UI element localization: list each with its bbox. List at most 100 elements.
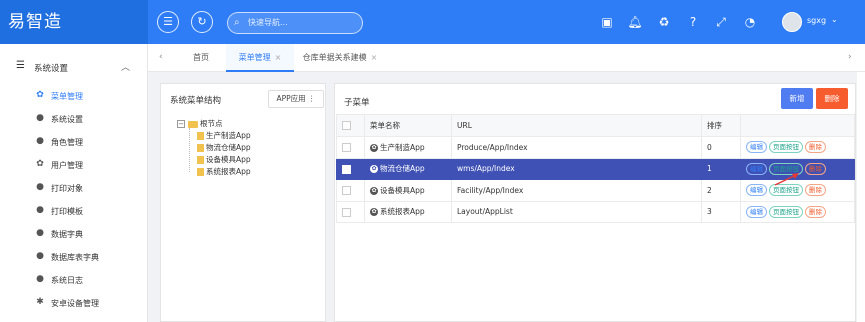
table-row[interactable]: ✿ 设备模具App Facility/App/Index 2 编辑 页面按钮 删除 xyxy=(336,179,855,202)
menu-name-cell: ✿ 生产制造App xyxy=(364,136,452,159)
sidebar-item-label: 角色管理 xyxy=(51,138,83,147)
row-checkbox-cell[interactable] xyxy=(336,200,365,223)
sidebar-group-system-settings[interactable]: ☰ 系统设置 ︿ xyxy=(0,56,148,78)
search-placeholder: 快速导航... xyxy=(248,18,288,27)
tab-label: 首页 xyxy=(193,53,209,62)
help-icon[interactable]: ? xyxy=(685,14,701,30)
tree-node-label: 生产制造App xyxy=(206,131,251,140)
edit-button[interactable]: 编辑 xyxy=(746,205,767,218)
tree-node[interactable]: 系统报表App xyxy=(197,166,251,177)
tree-node-label: 系统报表App xyxy=(206,167,251,176)
sidebar-item-android-devices[interactable]: ✱ 安卓设备管理 xyxy=(0,292,148,314)
edit-button[interactable]: 编辑 xyxy=(746,184,767,197)
sidebar-item-data-dictionary[interactable]: ● 数据字典 xyxy=(0,223,148,245)
tree-node[interactable]: 物流仓储App xyxy=(197,142,251,153)
row-checkbox-cell[interactable] xyxy=(336,179,365,202)
collapse-icon[interactable]: − xyxy=(177,120,185,128)
sidebar-item-user-management[interactable]: ✿ 用户管理 xyxy=(0,154,148,176)
select-all-checkbox[interactable] xyxy=(342,121,351,131)
tree-node-label: 设备模具App xyxy=(206,155,251,164)
submenu-panel: 子菜单 新增 删除 菜单名称 URL 排序 ✿ 生产制造App Produce/A… xyxy=(334,83,856,322)
order-cell: 0 xyxy=(701,136,741,159)
fullscreen-icon[interactable]: ⤢ xyxy=(713,14,729,30)
delete-button[interactable]: 删除 xyxy=(816,88,848,109)
refresh-icon: ↻ xyxy=(197,15,207,28)
sidebar-item-label: 系统日志 xyxy=(51,276,83,285)
page-buttons-button[interactable]: 页面按钮 xyxy=(769,141,803,154)
sidebar-item-menu-management[interactable]: ✿ 菜单管理 xyxy=(0,85,148,107)
gear-icon: ✿ xyxy=(370,186,378,195)
tree-node[interactable]: 生产制造App xyxy=(197,130,251,141)
caret-down-icon[interactable]: ⌄ xyxy=(831,15,838,24)
menu-name: 物流仓储App xyxy=(380,164,425,174)
tree-root-node[interactable]: − 根节点 xyxy=(177,118,223,129)
sidebar-item-label: 打印对象 xyxy=(51,184,83,193)
tab-scroll-left-icon[interactable]: ‹ xyxy=(159,52,163,62)
row-checkbox-cell[interactable] xyxy=(336,157,365,180)
tree-node-label: 根节点 xyxy=(200,119,223,128)
sidebar-item-db-table-dictionary[interactable]: ● 数据库表字典 xyxy=(0,246,148,268)
edit-button[interactable]: 编辑 xyxy=(746,162,767,175)
table-row-selected[interactable]: ✿ 物流仓储App wms/App/Index 1 编辑 页面按钮 删除 xyxy=(336,157,855,180)
tab-menu-management[interactable]: 菜单管理 × xyxy=(226,44,294,72)
file-icon xyxy=(197,156,204,164)
scrollbar[interactable] xyxy=(857,72,865,322)
row-delete-button[interactable]: 删除 xyxy=(805,141,826,154)
row-checkbox[interactable] xyxy=(342,143,351,152)
row-delete-button[interactable]: 删除 xyxy=(805,205,826,218)
tab-warehouse-modeling[interactable]: 仓库单据关系建模 × xyxy=(294,44,386,72)
table-row[interactable]: ✿ 系统报表App Layout/AppList 3 编辑 页面按钮 删除 xyxy=(336,200,855,223)
row-checkbox[interactable] xyxy=(342,207,351,217)
sidebar-item-label: 打印模板 xyxy=(51,207,83,216)
search-input[interactable]: ⌕ 快速导航... xyxy=(227,12,363,34)
page-buttons-button[interactable]: 页面按钮 xyxy=(769,205,803,218)
layout-icon[interactable]: ▣ xyxy=(599,14,615,30)
sidebar-item-system-log[interactable]: ● 系统日志 xyxy=(0,269,148,291)
select-all-cell[interactable] xyxy=(336,114,365,137)
order-cell: 1 xyxy=(701,157,741,180)
row-checkbox[interactable] xyxy=(342,164,351,174)
recycle-icon[interactable]: ♻ xyxy=(656,14,672,30)
page-buttons-button[interactable]: 页面按钮 xyxy=(769,184,803,197)
close-icon[interactable]: × xyxy=(371,53,378,62)
app-application-button[interactable]: APP应用 ⋮ xyxy=(268,90,324,108)
row-delete-button[interactable]: 删除 xyxy=(805,162,826,175)
close-icon[interactable]: × xyxy=(275,53,282,62)
bell-icon[interactable]: 🔔︎ xyxy=(627,14,643,30)
url-cell: Produce/App/Index xyxy=(451,136,702,159)
tab-home[interactable]: 首页 xyxy=(176,44,226,72)
avatar[interactable] xyxy=(782,12,802,32)
tab-scroll-right-icon[interactable]: › xyxy=(848,52,852,62)
tree-node-label: 物流仓储App xyxy=(206,143,251,152)
table-row[interactable]: ✿ 生产制造App Produce/App/Index 0 编辑 页面按钮 删除 xyxy=(336,136,855,159)
sidebar-item-role-management[interactable]: ● 角色管理 xyxy=(0,131,148,153)
file-icon xyxy=(197,132,204,140)
row-checkbox-cell[interactable] xyxy=(336,136,365,159)
folder-icon xyxy=(188,120,198,128)
column-header-actions xyxy=(740,114,855,137)
page-buttons-button[interactable]: 页面按钮 xyxy=(769,162,803,175)
chevron-up-icon: ︿ xyxy=(121,63,131,73)
column-header: URL xyxy=(451,114,702,137)
sidebar-item-print-template[interactable]: ● 打印模板 xyxy=(0,200,148,222)
sidebar-item-label: 系统设置 xyxy=(51,115,83,124)
row-checkbox[interactable] xyxy=(342,186,351,195)
tab-bar: ‹ 首页 菜单管理 × 仓库单据关系建模 × › xyxy=(148,44,865,72)
table-header-row: 菜单名称 URL 排序 xyxy=(336,114,855,137)
row-delete-button[interactable]: 删除 xyxy=(805,184,826,197)
actions-cell: 编辑 页面按钮 删除 xyxy=(740,136,855,159)
user-name[interactable]: sgxg xyxy=(807,16,826,25)
edit-button[interactable]: 编辑 xyxy=(746,141,767,154)
dot-icon: ● xyxy=(36,274,44,284)
add-button[interactable]: 新增 xyxy=(781,88,813,109)
sidebar-item-print-object[interactable]: ● 打印对象 xyxy=(0,177,148,199)
panel-title: 子菜单 xyxy=(344,98,370,108)
sidebar-item-label: 安卓设备管理 xyxy=(51,299,99,308)
url-cell: wms/App/Index xyxy=(451,157,702,180)
sidebar-item-system-settings[interactable]: ● 系统设置 xyxy=(0,108,148,130)
menu-toggle-button[interactable]: ☰ xyxy=(157,11,179,33)
refresh-button[interactable]: ↻ xyxy=(191,11,213,33)
dashboard-icon[interactable]: ◔ xyxy=(742,14,758,30)
tree-node[interactable]: 设备模具App xyxy=(197,154,251,165)
dot-icon: ● xyxy=(36,182,44,192)
